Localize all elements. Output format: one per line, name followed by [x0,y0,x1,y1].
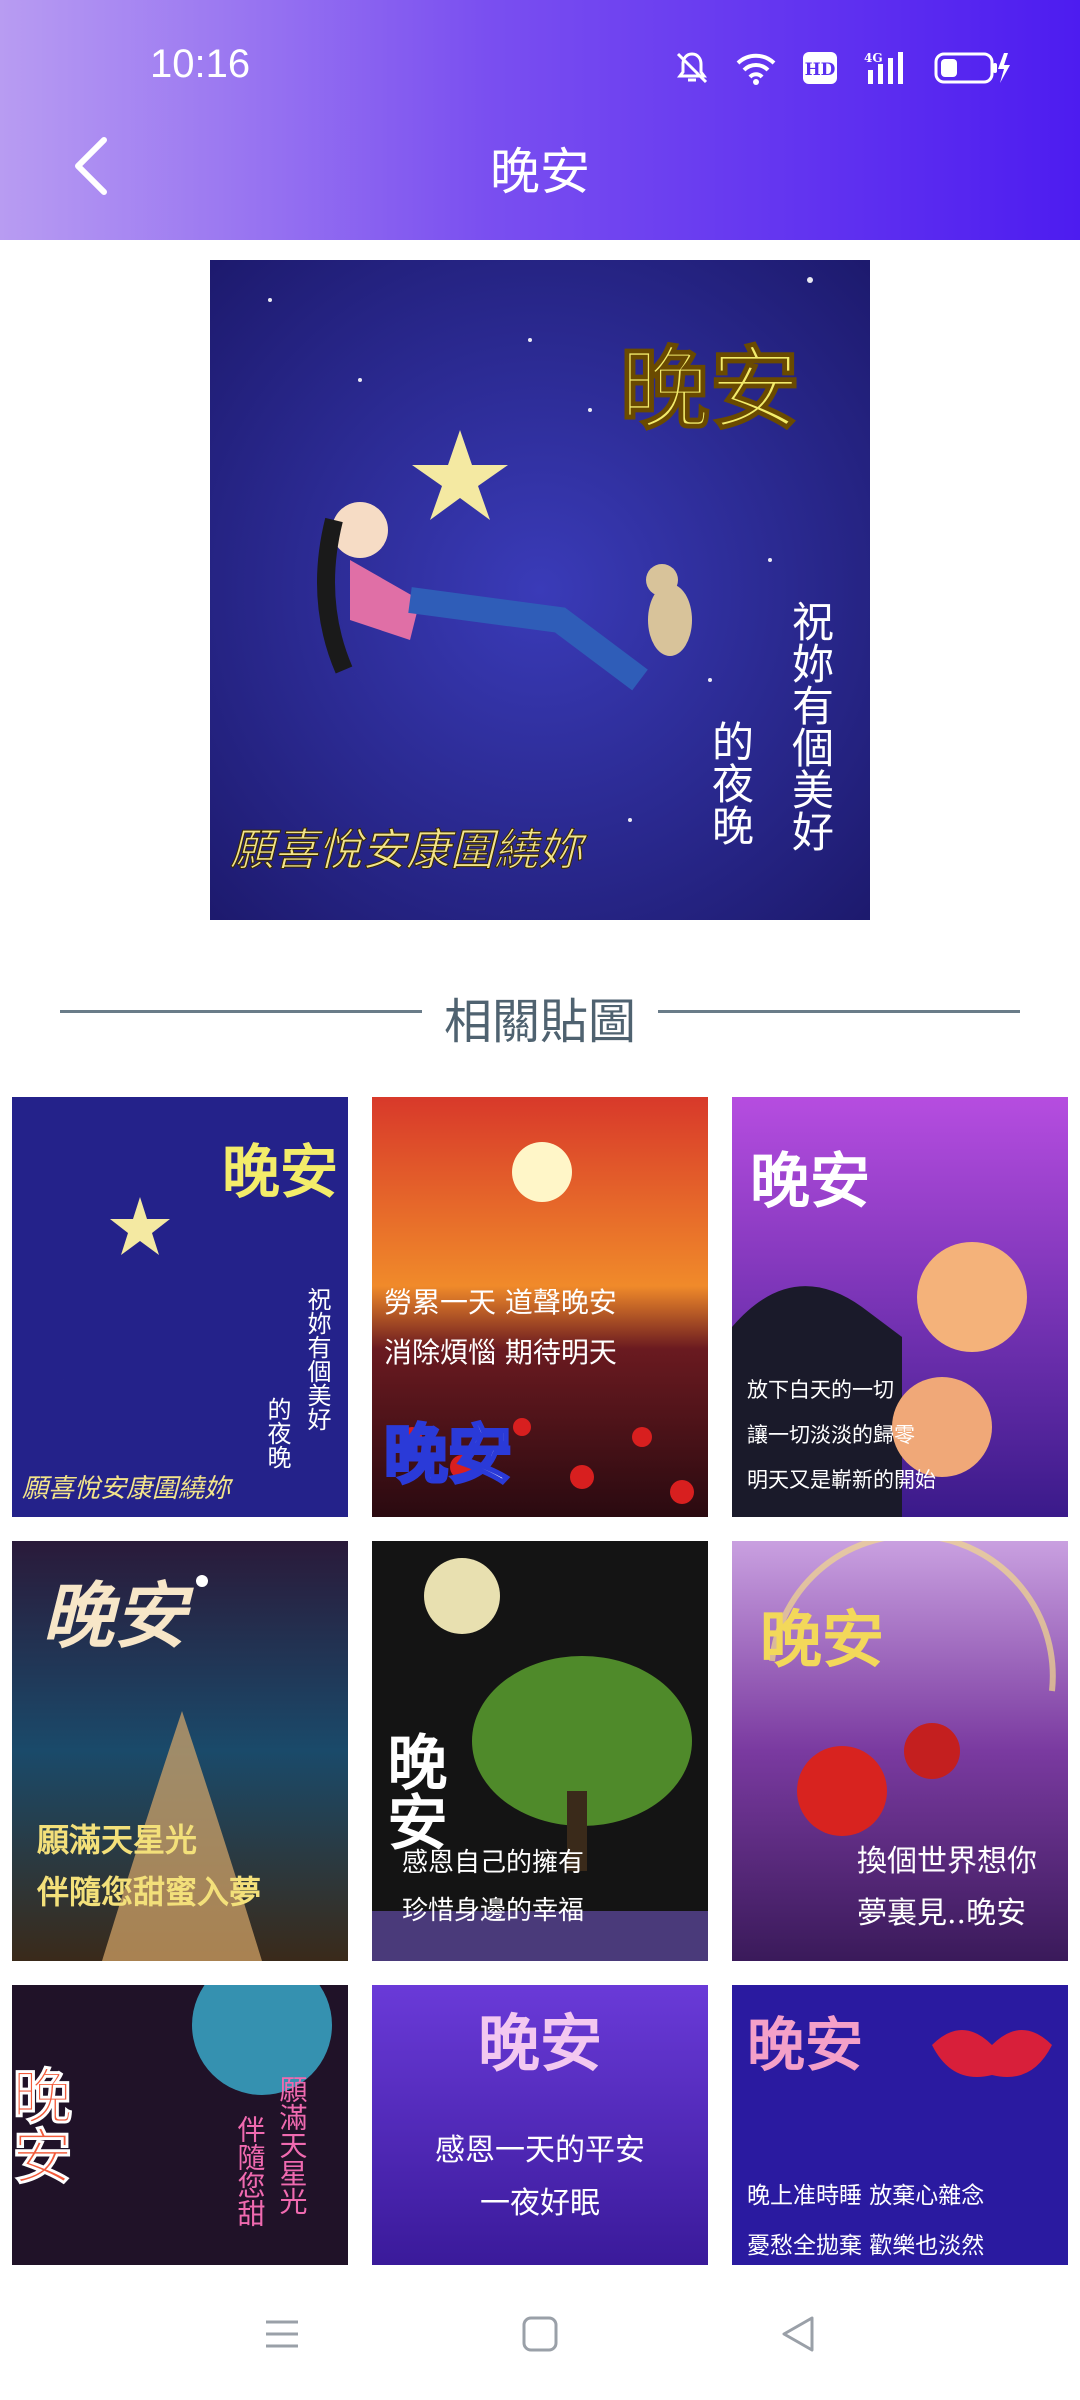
sticker-9-line-2: 憂愁全拋棄 歡樂也淡然 [747,2233,984,2259]
system-nav-bar [0,2270,1080,2400]
sticker-tile-6[interactable]: 晚安 換個世界想你 夢裏見..晚安 [732,1541,1068,1961]
sticker-tile-9[interactable]: 晚安 晚上准時睡 放棄心雜念 憂愁全拋棄 歡樂也淡然 [732,1985,1068,2265]
sticker-6-title: 晚安 [760,1603,884,1676]
sticker-6-line-1: 換個世界想你 [857,1844,1037,1879]
related-stickers-title: 相關貼圖 [443,994,636,1050]
status-icons: HD 4G [674,46,1010,90]
sticker-tile-2[interactable]: 勞累一天 道聲晚安 消除煩惱 期待明天 晚安 [372,1097,708,1517]
sticker-8-title: 晚安 [478,2007,602,2080]
sticker-tile-5[interactable]: 晚安 感恩自己的擁有 珍惜身邊的幸福 [372,1541,708,1961]
sticker-3-line-1: 放下白天的一切 [747,1378,894,1402]
sticker-9-title: 晚安 [747,2011,863,2079]
divider-line-right [658,1010,1020,1013]
sticker-tile-4[interactable]: 晚安 願滿天星光 伴隨您甜蜜入夢 [12,1541,348,1961]
wifi-icon [736,53,776,85]
sticker-9-line-1: 晚上准時睡 放棄心雜念 [747,2183,984,2209]
page-title: 晚安 [490,143,590,201]
recents-button[interactable] [252,2304,312,2364]
sticker-4-line-1: 願滿天星光 [37,1821,197,1859]
sticker-4-line-2: 伴隨您甜蜜入夢 [36,1873,261,1911]
sticker-tile-3[interactable]: 晚安 放下白天的一切 讓一切淡淡的歸零 明天又是嶄新的開始 [732,1097,1068,1517]
sticker-7-line-1: 願滿天星光 [276,2075,309,2215]
sticker-tile-7[interactable]: 晚安 願滿天星光 伴隨您甜 [12,1985,348,2265]
sticker-5-line-1: 感恩自己的擁有 [402,1848,584,1878]
sticker-3-title: 晚安 [750,1147,870,1217]
related-stickers-grid: 晚安 祝妳有個美好 的夜晚 願喜悅安康圍繞妳 勞累一天 道聲晚安 消除煩惱 期待… [12,1097,1068,2265]
hero-bottom-text: 願喜悅安康圍繞妳 [230,825,588,876]
hero-sticker-image[interactable]: 晚安 祝妳有個美好 的夜晚 願喜悅安康圍繞妳 [210,260,870,920]
triangle-back-icon [782,2316,814,2352]
hd-icon: HD [803,52,837,84]
home-square-icon [522,2316,558,2352]
sticker-3-line-2: 讓一切淡淡的歸零 [747,1423,915,1447]
sticker-1-line-3: 願喜悅安康圍繞妳 [22,1474,234,1504]
sticker-tile-1[interactable]: 晚安 祝妳有個美好 的夜晚 願喜悅安康圍繞妳 [12,1097,348,1517]
sticker-5-title: 晚安 [377,1731,447,1851]
signal-icon: 4G [864,51,903,84]
svg-text:HD: HD [805,60,836,80]
hero-vertical-right: 祝妳有個美好 [786,600,835,852]
sticker-6-line-2: 夢裏見..晚安 [857,1896,1026,1931]
status-bar: 10:16 HD 4G [0,0,1080,130]
sticker-2-title: 晚安 [384,1418,512,1493]
sticker-8-line-2: 一夜好眠 [480,2186,600,2221]
system-back-button[interactable] [768,2304,828,2364]
mute-bell-icon [676,52,708,84]
sticker-1-line-2: 的夜晚 [263,1397,291,1469]
related-stickers-divider: 相關貼圖 [60,978,1020,1050]
sticker-2-line-1: 勞累一天 道聲晚安 [384,1286,617,1319]
sticker-1-line-1: 祝妳有個美好 [303,1287,331,1431]
battery-icon [934,52,1010,84]
home-button[interactable] [510,2304,570,2364]
sticker-5-line-2: 珍惜身邊的幸福 [402,1896,584,1926]
sticker-tile-8[interactable]: 晚安 感恩一天的平安 一夜好眠 [372,1985,708,2265]
sticker-3-line-3: 明天又是嶄新的開始 [747,1468,936,1492]
sticker-7-line-2: 伴隨您甜 [234,2115,267,2227]
sticker-4-title: 晚安 [42,1573,194,1658]
app-header: 10:16 HD 4G 晚安 [0,0,1080,240]
status-time: 10:16 [150,42,251,86]
sticker-1-title: 晚安 [222,1138,338,1206]
hero-title-text: 晚安 [620,336,800,442]
svg-text:4G: 4G [864,51,883,65]
sticker-7-title: 晚安 [12,2065,72,2185]
sticker-8-line-1: 感恩一天的平安 [435,2133,645,2168]
menu-icon [266,2320,298,2348]
hero-vertical-left: 的夜晚 [706,720,755,846]
sticker-2-line-2: 消除煩惱 期待明天 [384,1336,617,1369]
